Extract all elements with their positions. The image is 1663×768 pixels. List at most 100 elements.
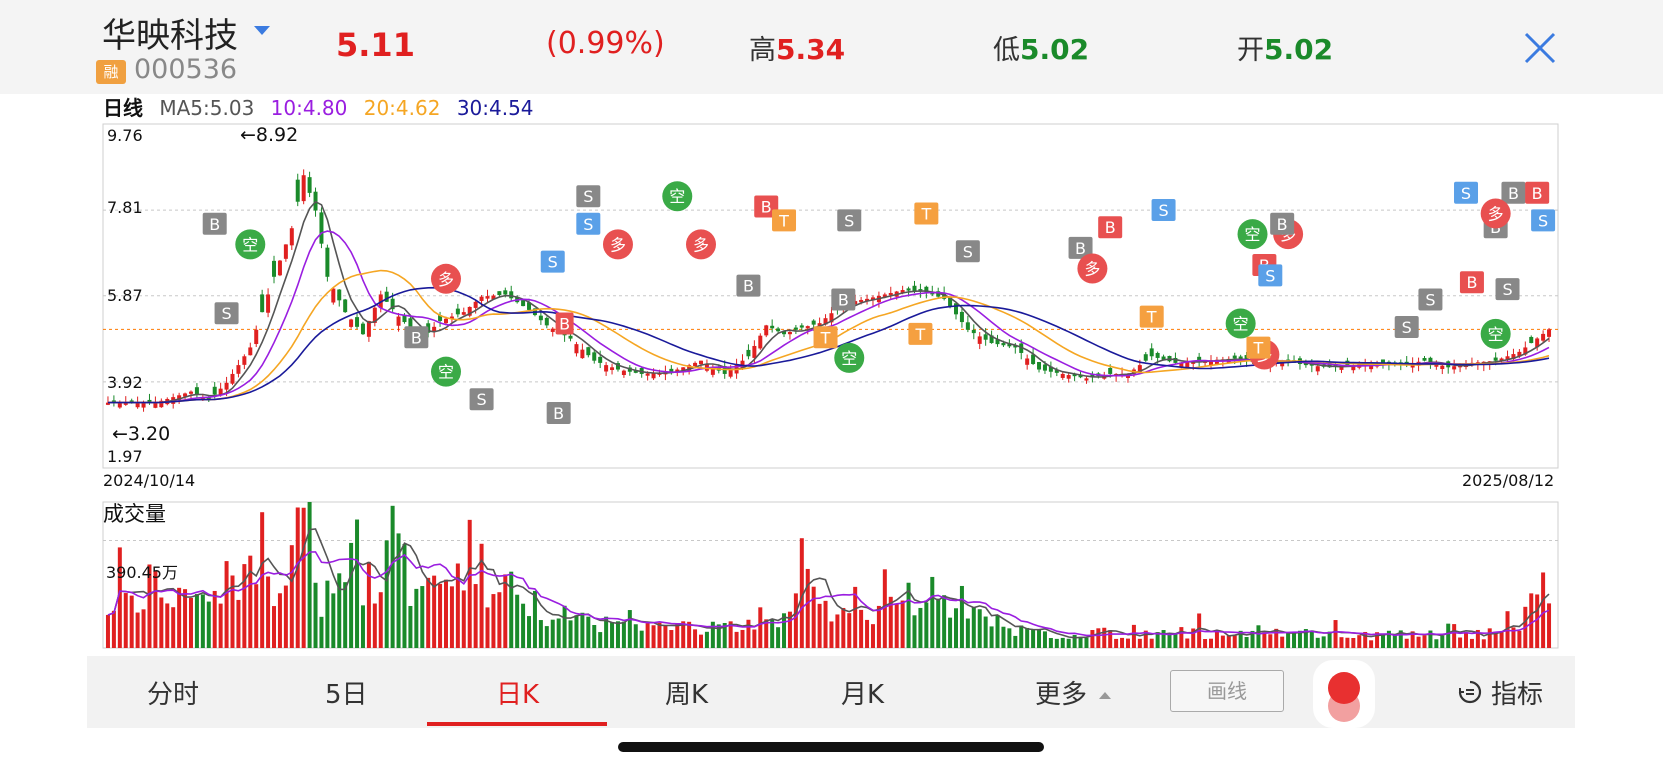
candle-body [752,345,757,358]
volume-bar [1286,632,1291,648]
volume-bar [183,589,188,648]
signal-marker: S [837,209,862,232]
signal-marker-label: T [778,211,789,230]
candle-body [645,373,650,376]
volume-bar [1345,637,1350,648]
candle-body [331,288,336,303]
signal-marker-label: S [583,187,593,206]
volume-bar [1541,572,1546,648]
candle-body [764,325,769,336]
volume-bar [1256,625,1261,648]
tab-more[interactable]: 更多 [1035,674,1112,711]
volume-bar [1048,638,1053,648]
volume-bar [272,606,277,648]
volume-bar [894,603,899,648]
signal-marker: S [540,250,565,273]
candle-body [954,303,959,315]
signal-marker: 空 [1480,318,1511,349]
candle-body [1422,358,1427,361]
candle-body [443,318,448,324]
volume-bar [313,582,318,648]
volume-bar [876,605,881,648]
volume-bar [1333,620,1338,648]
signal-marker-label: S [1461,184,1471,203]
indicator-button[interactable]: 指标 [1457,674,1543,712]
home-indicator [618,742,1044,752]
volume-bar [1422,635,1427,648]
volume-bar [598,632,603,648]
candle-body [568,335,573,339]
volume-bar [277,593,282,648]
record-icon[interactable] [1313,660,1375,728]
volume-bar [384,540,389,648]
candle-body [236,365,241,374]
signal-marker: S [576,185,601,208]
volume-bar [645,623,650,648]
volume-bar [1108,630,1113,648]
volume-bar [194,594,199,648]
candle-body [550,328,555,332]
volume-bar [865,619,870,648]
candle-body [805,326,810,329]
tab-daily-k[interactable]: 日K [496,674,539,711]
signal-marker: T [914,202,939,225]
volume-bar [971,607,976,648]
volume-bar [390,505,395,648]
candle-body [521,300,526,307]
volume-bar [936,598,941,648]
tab-weekly-k[interactable]: 周K [665,674,708,711]
candle-body [307,177,312,193]
volume-bar [224,561,229,648]
volume-bar [1066,638,1071,648]
signal-marker-label: B [1508,184,1519,203]
candle-body [621,370,626,376]
candle-body [698,360,703,365]
volume-bar [1131,624,1136,648]
volume-bar [776,627,781,648]
candle-body [1149,348,1154,357]
volume-bar [1161,630,1166,648]
volume-bar [1209,638,1214,648]
candle-body [503,290,508,295]
volume-bar [948,617,953,648]
volume-bar [236,599,241,648]
signal-marker: S [214,302,239,325]
signal-marker: 空 [430,356,461,387]
volume-bar [295,507,300,648]
candle-body [1155,352,1160,358]
max-price-marker: ←8.92 [240,124,299,146]
volume-bar [817,603,822,648]
volume-bar [1114,638,1119,648]
signal-marker-label: 空 [1488,325,1504,344]
signal-marker-label: S [1425,290,1435,309]
tab-5day[interactable]: 5日 [325,674,368,711]
signal-marker: B [404,326,429,349]
signal-marker-label: 多 [1084,259,1100,278]
candle-body [289,228,294,246]
volume-bar [1042,631,1047,648]
candle-body [455,308,460,315]
signal-marker-label: B [1075,239,1086,258]
candle-body [693,362,698,367]
volume-bar [1179,627,1184,648]
volume-bar [965,618,970,648]
kline-chart[interactable]: SB空BSBS空多SSB多空多BBTTBS空TTSB多BST空空B多ST多BSS… [0,0,1663,660]
volume-bar [924,602,929,648]
signal-marker: 多 [430,263,461,294]
volume-bar [1102,627,1107,648]
candle-body [959,311,964,323]
draw-line-button[interactable]: 画线 [1170,670,1284,712]
volume-bar [651,625,656,648]
volume-bar [188,597,193,648]
candle-body [746,349,751,357]
tab-intraday[interactable]: 分时 [147,674,199,711]
tab-monthly-k[interactable]: 月K [841,674,884,711]
signal-marker: S [955,240,980,263]
min-price-marker: ←3.20 [112,423,171,445]
candle-body [1547,329,1552,337]
volume-bar [171,607,176,648]
volume-bar [1392,634,1397,648]
candle-body [266,294,271,313]
signal-marker-label: S [1538,211,1548,230]
signal-marker: 空 [1225,308,1256,339]
